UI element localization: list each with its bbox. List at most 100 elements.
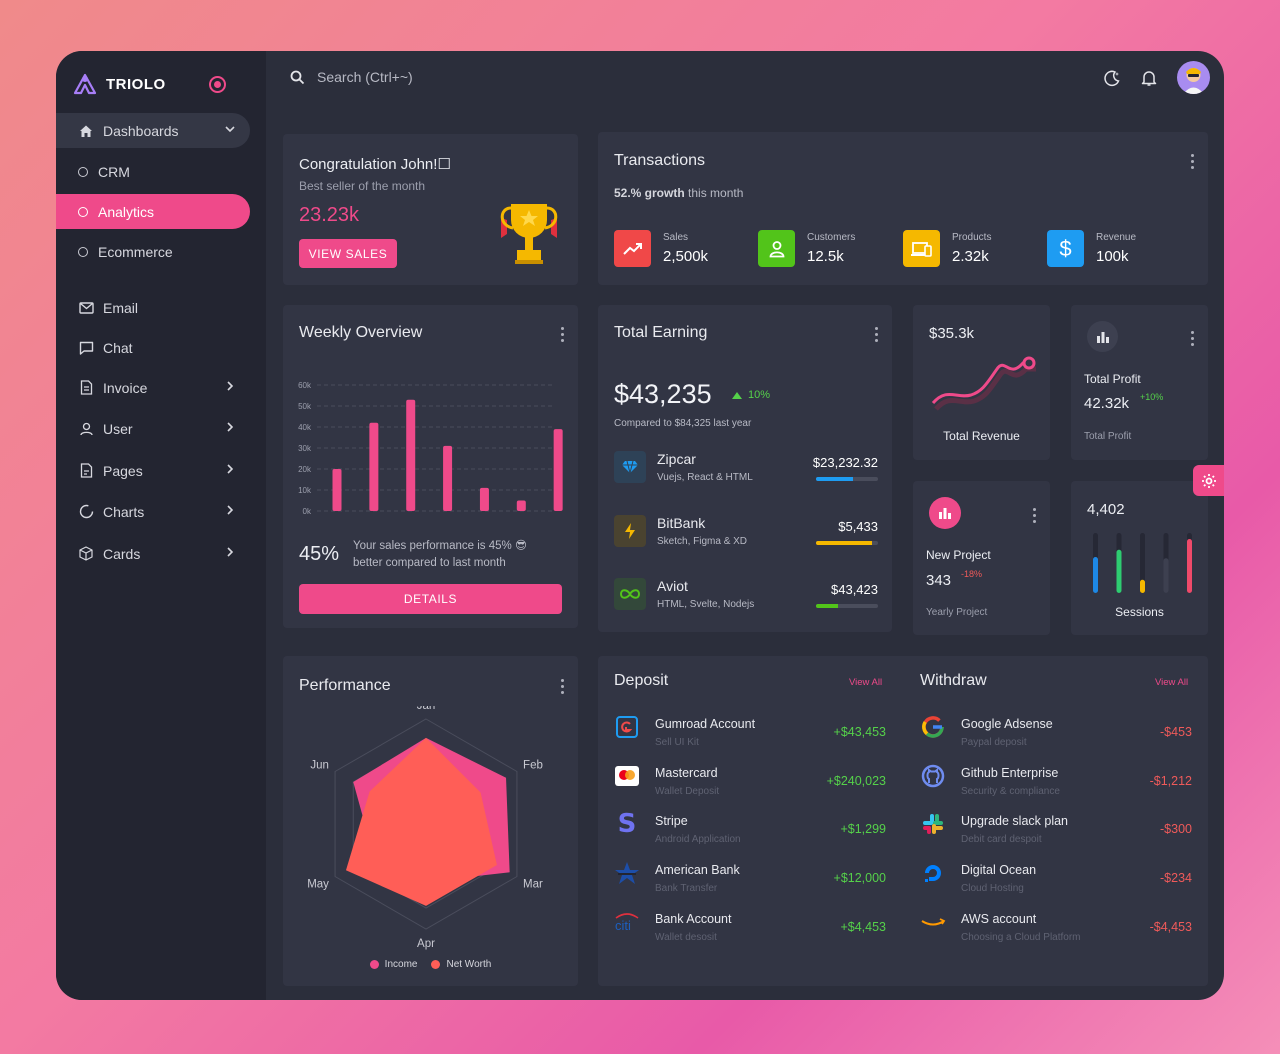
bar[interactable] <box>1093 557 1098 593</box>
total-profit-card: Total Profit 42.32k +10% Total Profit <box>1071 305 1208 460</box>
search-bar[interactable]: Search (Ctrl+~) <box>290 69 413 85</box>
earning-sub: Vuejs, React & HTML <box>657 472 753 483</box>
earning-progress <box>816 604 878 608</box>
slack-icon <box>920 811 946 837</box>
deposit-row-gumroad[interactable]: Gumroad Account Sell UI Kit +$43,453 <box>614 714 886 754</box>
circle-icon <box>78 206 88 217</box>
withdraw-row-aws[interactable]: AWS account Choosing a Cloud Platform -$… <box>920 909 1192 949</box>
earning-sub: HTML, Svelte, Nodejs <box>657 599 755 610</box>
withdraw-view-all-link[interactable]: View All <box>1155 677 1188 688</box>
svg-text:citi: citi <box>615 918 631 932</box>
tx-name: Bank Account <box>655 912 732 926</box>
radar-axis-label: May <box>307 879 329 891</box>
sidebar-item-analytics[interactable]: Analytics <box>56 194 250 229</box>
deposit-row-mastercard[interactable]: Mastercard Wallet Deposit +$240,023 <box>614 763 886 803</box>
sidebar-item-crm[interactable]: CRM <box>56 154 250 189</box>
growth-text: 52.% growth this month <box>614 186 743 200</box>
bar[interactable] <box>553 429 563 511</box>
tx-amount: +$4,453 <box>840 920 886 934</box>
withdraw-row-google[interactable]: Google Adsense Paypal deposit -$453 <box>920 714 1192 754</box>
project-footer: Yearly Project <box>926 607 988 618</box>
tx-sub: Cloud Hosting <box>961 883 1024 894</box>
moon-icon[interactable] <box>1103 69 1121 87</box>
withdraw-title: Withdraw <box>920 672 987 689</box>
topbar-actions <box>1103 61 1210 94</box>
withdraw-row-github[interactable]: Github Enterprise Security & compliance … <box>920 763 1192 803</box>
gumroad-icon <box>614 714 640 740</box>
bar[interactable] <box>1187 539 1192 593</box>
sidebar-item-chat[interactable]: Chat <box>56 330 250 365</box>
chevron-right-icon <box>227 381 234 391</box>
more-icon[interactable] <box>1191 331 1194 346</box>
congrats-card: Congratulation John!☐ Best seller of the… <box>283 134 578 285</box>
bell-icon[interactable] <box>1141 69 1157 87</box>
trending-up-icon <box>614 230 651 267</box>
settings-button[interactable] <box>1193 465 1224 496</box>
withdraw-row-slack[interactable]: Upgrade slack plan Debit card despoit -$… <box>920 811 1192 851</box>
more-icon[interactable] <box>561 327 564 342</box>
y-tick-label: 10k <box>298 486 312 495</box>
more-icon[interactable] <box>875 327 878 342</box>
radar-legend: Income Net Worth <box>283 959 578 970</box>
bar[interactable] <box>443 445 453 511</box>
y-tick-label: 30k <box>298 444 312 453</box>
earning-change-value: 10% <box>748 389 771 401</box>
tx-name: Stripe <box>655 814 688 828</box>
devices-icon <box>903 230 940 267</box>
sidebar-group-dashboards[interactable]: Dashboards <box>56 113 250 148</box>
file-icon <box>78 380 94 396</box>
user-icon <box>758 230 795 267</box>
deposit-view-all-link[interactable]: View All <box>849 677 882 688</box>
app-window: TRIOLO Dashboards CRM Analytics Ecommerc… <box>56 51 1224 1000</box>
search-input[interactable]: Search (Ctrl+~) <box>317 69 413 85</box>
bar[interactable] <box>1140 579 1145 593</box>
tx-name: Upgrade slack plan <box>961 814 1069 828</box>
sidebar-item-email[interactable]: Email <box>56 290 250 325</box>
deposit-row-bank-account[interactable]: citi Bank Account Wallet desosit +$4,453 <box>614 909 886 949</box>
details-button[interactable]: DETAILS <box>299 584 562 614</box>
avatar[interactable] <box>1177 61 1210 94</box>
earning-row-aviot[interactable]: Aviot HTML, Svelte, Nodejs $43,423 <box>614 578 878 614</box>
withdraw-row-digital-ocean[interactable]: Digital Ocean Cloud Hosting -$234 <box>920 860 1192 900</box>
stat-value: 100k <box>1096 248 1129 265</box>
sidebar-item-invoice[interactable]: Invoice <box>56 370 250 405</box>
earning-row-bitbank[interactable]: BitBank Sketch, Figma & XD $5,433 <box>614 515 878 551</box>
more-icon[interactable] <box>561 679 564 694</box>
legend-net-worth[interactable]: Net Worth <box>431 959 491 970</box>
bar[interactable] <box>332 469 342 511</box>
profit-footer: Total Profit <box>1084 431 1132 442</box>
more-icon[interactable] <box>1191 154 1194 169</box>
sidebar-toggle-button[interactable] <box>209 76 226 93</box>
bar[interactable] <box>479 487 489 511</box>
brand[interactable]: TRIOLO <box>72 73 166 95</box>
performance-card: Performance Jan Feb Mar Apr May Jun Income Ne… <box>283 656 578 986</box>
tx-sub: Security & compliance <box>961 786 1060 797</box>
tx-sub: Choosing a Cloud Platform <box>961 932 1081 943</box>
bar[interactable] <box>369 422 379 511</box>
sidebar-item-charts[interactable]: Charts <box>56 494 250 529</box>
stat-sales: Sales 2,500k <box>614 230 708 267</box>
brand-name: TRIOLO <box>106 75 166 93</box>
deposit-row-stripe[interactable]: S Stripe Android Application +$1,299 <box>614 809 886 851</box>
deposit-row-american-bank[interactable]: American Bank Bank Transfer +$12,000 <box>614 860 886 900</box>
pie-icon <box>78 504 94 520</box>
more-icon[interactable] <box>1033 508 1036 523</box>
sidebar-item-ecommerce[interactable]: Ecommerce <box>56 234 250 269</box>
github-icon <box>920 763 946 789</box>
sidebar-item-user[interactable]: User <box>56 411 250 446</box>
sidebar-item-label: CRM <box>98 163 130 180</box>
tx-sub: Wallet desosit <box>655 932 717 943</box>
bar[interactable] <box>1116 549 1122 593</box>
radar-axis-label: Jan <box>417 706 436 712</box>
bar[interactable] <box>516 500 526 512</box>
stripe-icon: S <box>617 809 637 839</box>
view-sales-button[interactable]: VIEW SALES <box>299 239 397 268</box>
sidebar-item-pages[interactable]: Pages <box>56 453 250 488</box>
bar[interactable] <box>1163 558 1169 593</box>
bar-chart-icon <box>1087 321 1118 352</box>
sidebar-item-cards[interactable]: Cards <box>56 536 250 571</box>
stat-value: 12.5k <box>807 248 844 265</box>
earning-row-zipcar[interactable]: Zipcar Vuejs, React & HTML $23,232.32 <box>614 451 878 487</box>
legend-income[interactable]: Income <box>369 959 417 970</box>
bar[interactable] <box>406 399 416 511</box>
